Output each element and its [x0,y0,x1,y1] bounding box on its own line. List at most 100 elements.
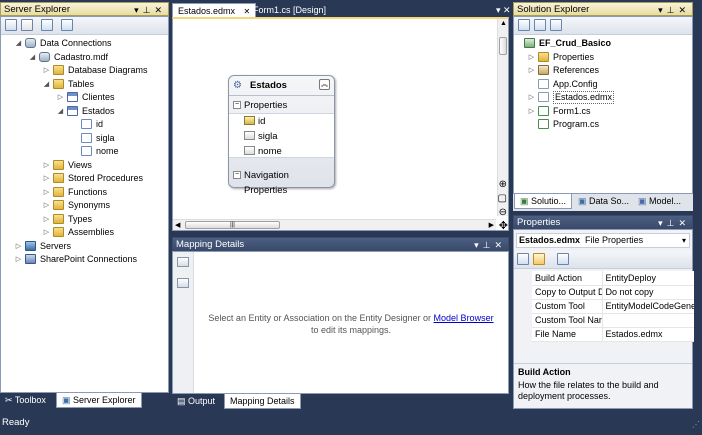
close-icon[interactable]: ✕ [678,218,690,228]
close-icon[interactable]: ✕ [678,5,690,15]
chevron-down-icon[interactable]: ▾ [682,234,686,247]
properties-icon[interactable] [518,19,530,31]
tab-estados-edmx[interactable]: Estados.edmx ✕ [172,3,257,18]
solution-explorer-titlebar[interactable]: Solution Explorer ▾⊥✕ [513,2,693,16]
expand-icon[interactable]: ▷ [43,67,50,74]
property-row[interactable]: File Name Estados.edmx [514,327,694,342]
scroll-right-icon[interactable]: ▶ [489,221,494,229]
description-text: How the file relates to the build and de… [518,380,659,401]
tab-model-browser[interactable]: ▣ Model... [633,194,686,209]
zoom-fit-icon[interactable]: ▢ [498,193,507,204]
collapse-icon[interactable]: ◢ [29,54,36,61]
tab-output[interactable]: ▤ Output [172,394,220,409]
close-icon[interactable]: ✕ [503,5,511,15]
scroll-thumb[interactable] [499,37,507,55]
scroll-left-icon[interactable]: ◀ [175,221,180,229]
scroll-up-icon[interactable]: ▲ [500,20,507,27]
dropdown-icon[interactable]: ▾ [474,240,483,250]
property-value[interactable]: EntityDeploy [602,271,694,286]
property-row[interactable]: Custom Tool EntityModelCodeGene [514,299,694,314]
collapse-minus-icon[interactable]: − [233,101,241,109]
collapse-icon[interactable]: ◢ [15,40,22,47]
expand-icon[interactable]: ▷ [43,189,50,196]
refresh-icon[interactable] [550,19,562,31]
close-icon[interactable]: ✕ [154,5,166,15]
tab-mapping-details[interactable]: Mapping Details [224,394,301,409]
description-title: Build Action [518,367,571,377]
horizontal-scrollbar[interactable]: ◀ ||| ▶ [173,219,496,230]
pan-icon[interactable]: ✥ [499,219,508,232]
property-item[interactable]: sigla [229,129,334,144]
property-pages-icon[interactable] [557,253,569,265]
map-entity-icon[interactable] [177,257,189,267]
dropdown-icon[interactable]: ▾ [658,218,667,228]
expand-icon[interactable]: ▷ [43,216,50,223]
property-row[interactable]: Custom Tool Nan [514,313,694,328]
property-value[interactable] [602,313,694,328]
properties-section-header[interactable]: − Properties [229,98,334,113]
show-all-files-icon[interactable] [534,19,546,31]
model-browser-link[interactable]: Model Browser [434,313,494,323]
dropdown-icon[interactable]: ▾ [134,5,143,15]
zoom-in-icon[interactable]: ⊕ [499,179,507,190]
alphabetical-icon[interactable] [533,253,545,265]
expand-icon[interactable]: ▷ [57,94,64,101]
property-item[interactable]: nome [229,144,334,159]
mapping-details-titlebar[interactable]: Mapping Details ▾⊥✕ [172,237,509,251]
object-selector[interactable]: Estados.edmx File Properties ▾ [516,233,690,248]
tree-item-label: Estados [82,105,115,116]
expand-icon[interactable]: ▷ [528,108,535,115]
pin-icon[interactable]: ⊥ [143,5,155,15]
properties-titlebar[interactable]: Properties ▾⊥✕ [513,215,693,229]
categorized-icon[interactable] [517,253,529,265]
property-value[interactable]: Do not copy [602,285,694,300]
stop-icon[interactable] [21,19,33,31]
pin-icon[interactable]: ⊥ [483,240,495,250]
dropdown-icon[interactable]: ▾ [658,5,667,15]
pin-icon[interactable]: ⊥ [667,218,679,228]
server-explorer-title: Server Explorer [4,4,70,15]
property-row[interactable]: Build Action EntityDeploy [514,271,694,286]
property-description: Build Action How the file relates to the… [514,363,692,408]
property-value[interactable]: Estados.edmx [602,327,694,342]
row-gutter [514,271,532,285]
expand-icon[interactable]: ▷ [15,243,22,250]
expand-icon[interactable]: ▷ [43,175,50,182]
property-value[interactable]: EntityModelCodeGene [602,299,694,314]
scroll-thumb[interactable]: ||| [185,221,280,229]
column-icon [81,146,92,156]
tab-server-explorer[interactable]: ▣ Server Explorer [56,393,142,408]
entity-estados[interactable]: ⚙ Estados ︽ − Properties id sigla nome − [228,75,335,196]
tab-form1-design[interactable]: Form1.cs [Design] [248,3,331,18]
tab-toolbox[interactable]: ✂ Toolbox [0,393,51,408]
pin-icon[interactable]: ⊥ [667,5,679,15]
expand-icon[interactable]: ▷ [43,162,50,169]
connect-database-icon[interactable] [41,19,53,31]
property-row[interactable]: Copy to Output D Do not copy [514,285,694,300]
zoom-out-icon[interactable]: ⊖ [499,207,507,218]
resize-grip-icon[interactable]: ⋰ [692,420,700,429]
server-explorer-titlebar[interactable]: Server Explorer ▾⊥✕ [0,2,169,16]
expand-icon[interactable]: ▷ [43,229,50,236]
csharp-file-icon [538,119,549,129]
dropdown-icon[interactable]: ▾ [496,5,501,15]
expand-icon[interactable]: ▷ [43,202,50,209]
collapse-icon[interactable]: ︽ [319,79,330,90]
refresh-icon[interactable] [5,19,17,31]
expand-icon[interactable]: ▷ [528,94,535,101]
map-functions-icon[interactable] [177,278,189,288]
property-item[interactable]: id [229,114,334,129]
collapse-icon[interactable]: ◢ [57,108,64,115]
collapse-icon[interactable]: ◢ [43,81,50,88]
expand-icon[interactable]: ▷ [528,67,535,74]
entity-designer-canvas[interactable]: ▲ ⊕ ▢ ⊖ ✥ ◀ ||| ▶ ⚙ Estados ︽ − Properti… [172,17,509,232]
expand-icon[interactable]: ▷ [528,54,535,61]
connect-server-icon[interactable] [61,19,73,31]
tab-solution-explorer[interactable]: ▣ Solutio... [514,194,573,209]
tab-data-sources[interactable]: ▣ Data So... [573,194,634,209]
navigation-section-header[interactable]: − Navigation Properties [229,168,334,196]
expand-icon[interactable]: ▷ [15,256,22,263]
collapse-minus-icon[interactable]: − [233,171,241,179]
folder-icon [53,213,64,224]
close-icon[interactable]: ✕ [494,240,506,250]
